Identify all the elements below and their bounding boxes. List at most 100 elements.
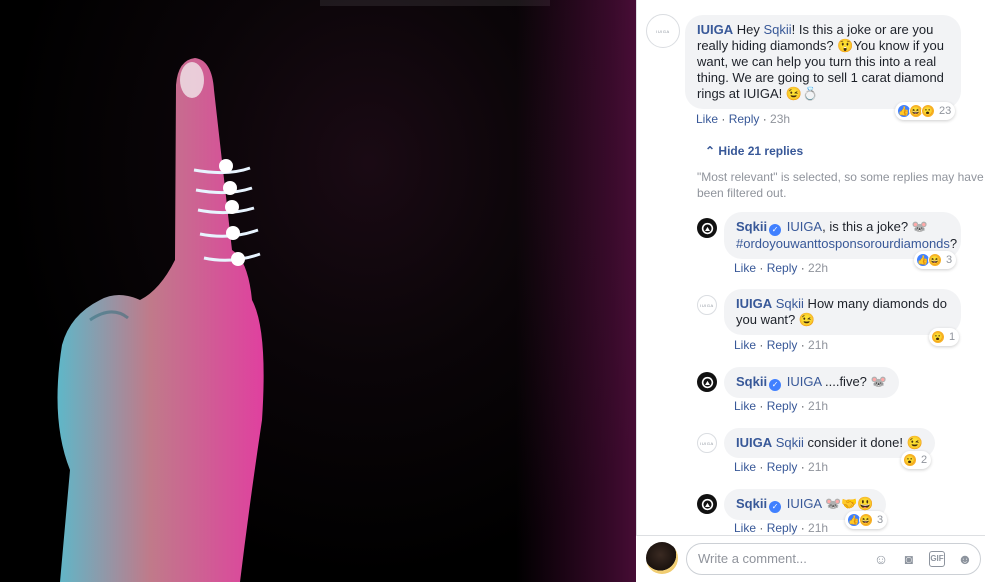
avatar-logo-text: IUIGA: [700, 302, 714, 308]
comment-time[interactable]: 23h: [770, 112, 790, 126]
comment-bubble-main: IUIGA Hey Sqkii! Is this a joke or are y…: [685, 15, 961, 109]
post-photo[interactable]: [0, 0, 636, 582]
reply-author[interactable]: Sqkii: [736, 496, 767, 511]
sqkii-logo-icon: [701, 498, 713, 510]
reaction-count: 1: [949, 331, 956, 343]
separator: ·: [759, 112, 771, 126]
comment-composer: Write a comment... ☺ ◙ GIF ☻: [636, 535, 985, 582]
reply-mention[interactable]: IUIGA: [787, 496, 822, 511]
reply-actions: Like · Reply · 21h: [734, 521, 828, 535]
like-link[interactable]: Like: [734, 460, 756, 474]
like-link[interactable]: Like: [734, 521, 756, 535]
reply-link[interactable]: Reply: [767, 460, 798, 474]
reply-mention[interactable]: Sqkii: [776, 296, 804, 311]
reply-actions: Like · Reply · 21h: [734, 399, 828, 413]
reaction-summary[interactable]: 👍 😆 😮 23: [895, 102, 956, 120]
reply-time[interactable]: 22h: [808, 261, 828, 275]
emoji-icon[interactable]: ☺: [873, 551, 889, 567]
verified-badge-icon: ✓: [769, 379, 782, 391]
like-link[interactable]: Like: [734, 338, 756, 352]
verified-badge-icon: ✓: [769, 224, 782, 236]
reply-mention[interactable]: IUIGA: [787, 219, 822, 234]
reply-link[interactable]: Reply: [767, 338, 798, 352]
iuiga-avatar[interactable]: IUIGA: [697, 433, 717, 453]
sqkii-avatar[interactable]: [697, 218, 717, 238]
hide-replies-link[interactable]: ⌃ Hide 21 replies: [705, 144, 803, 158]
verified-badge-icon: ✓: [769, 501, 782, 513]
separator: ·: [797, 261, 809, 275]
separator: ·: [718, 112, 729, 126]
separator: ·: [797, 460, 809, 474]
reaction-summary[interactable]: 👍 😆 3: [845, 511, 888, 529]
separator: ·: [756, 261, 767, 275]
separator: ·: [756, 521, 767, 535]
iuiga-avatar[interactable]: IUIGA: [697, 295, 717, 315]
separator: ·: [797, 399, 809, 413]
comment-text-prefix: Hey: [736, 22, 764, 37]
reply-mention[interactable]: IUIGA: [787, 374, 822, 389]
like-link[interactable]: Like: [734, 261, 756, 275]
reaction-count: 3: [877, 514, 884, 526]
hide-replies-label: Hide 21 replies: [718, 144, 804, 158]
haha-reaction-icon: 😆: [859, 513, 873, 527]
reply-actions: Like · Reply · 22h: [734, 261, 828, 275]
reply-text: ....five? 🐭: [821, 374, 887, 389]
hand-with-rings-image: [57, 58, 264, 582]
haha-reaction-icon: 😆: [928, 253, 942, 267]
reaction-summary[interactable]: 😮 2: [901, 451, 932, 469]
reply-time[interactable]: 21h: [808, 338, 828, 352]
wow-reaction-icon: 😮: [921, 104, 935, 118]
like-link[interactable]: Like: [696, 112, 718, 126]
wow-reaction-icon: 😮: [931, 330, 945, 344]
reply-text-tail: ?: [949, 236, 958, 251]
comment-author[interactable]: IUIGA: [697, 22, 733, 37]
sticker-icon[interactable]: ☻: [957, 551, 973, 567]
reply-author[interactable]: IUIGA: [736, 296, 772, 311]
reply-time[interactable]: 21h: [808, 521, 828, 535]
reply-time[interactable]: 21h: [808, 460, 828, 474]
reply-hashtag[interactable]: #ordoyouwanttosponsorourdiamonds: [736, 236, 950, 251]
separator: ·: [797, 338, 809, 352]
avatar-logo-text: IUIGA: [700, 440, 714, 446]
reaction-count: 2: [921, 454, 928, 466]
reply-link[interactable]: Reply: [767, 521, 798, 535]
reply-link[interactable]: Reply: [729, 112, 760, 126]
reply-text: 🐭🤝😃: [821, 496, 874, 511]
separator: ·: [756, 460, 767, 474]
reply-link[interactable]: Reply: [767, 399, 798, 413]
wow-reaction-icon: 😮: [903, 453, 917, 467]
reply-text: , is this a joke? 🐭: [822, 219, 928, 234]
reply-bubble: Sqkii ✓ IUIGA ....five? 🐭: [724, 367, 899, 398]
reply-author[interactable]: Sqkii: [736, 219, 767, 234]
reply-text: consider it done! 😉: [803, 435, 923, 450]
like-link[interactable]: Like: [734, 399, 756, 413]
reply-actions: Like · Reply · 21h: [734, 338, 828, 352]
comment-text: ! Is this a joke or are you really hidin…: [697, 22, 944, 101]
reply-mention[interactable]: Sqkii: [776, 435, 804, 450]
gif-icon[interactable]: GIF: [929, 551, 945, 567]
current-user-avatar[interactable]: [646, 542, 678, 574]
reply-actions: Like · Reply · 21h: [734, 460, 828, 474]
iuiga-avatar[interactable]: IUIGA: [646, 14, 680, 48]
sqkii-avatar[interactable]: [697, 494, 717, 514]
reply-link[interactable]: Reply: [767, 261, 798, 275]
sqkii-logo-icon: [701, 222, 713, 234]
separator: ·: [797, 521, 809, 535]
reaction-count: 23: [939, 105, 952, 117]
reply-author[interactable]: IUIGA: [736, 435, 772, 450]
separator: ·: [756, 338, 767, 352]
reaction-count: 3: [946, 254, 953, 266]
reaction-summary[interactable]: 👍 😆 3: [914, 251, 957, 269]
reply-author[interactable]: Sqkii: [736, 374, 767, 389]
reaction-summary[interactable]: 😮 1: [929, 328, 960, 346]
sqkii-avatar[interactable]: [697, 372, 717, 392]
avatar-logo-text: IUIGA: [656, 28, 670, 34]
comment-actions: Like · Reply · 23h: [696, 112, 790, 126]
separator: ·: [756, 399, 767, 413]
comment-mention[interactable]: Sqkii: [763, 22, 791, 37]
sqkii-logo-icon: [701, 376, 713, 388]
chevron-up-icon: ⌃: [705, 144, 716, 158]
reply-bubble: IUIGA Sqkii How many diamonds do you wan…: [724, 289, 961, 335]
camera-icon[interactable]: ◙: [901, 551, 917, 567]
reply-time[interactable]: 21h: [808, 399, 828, 413]
